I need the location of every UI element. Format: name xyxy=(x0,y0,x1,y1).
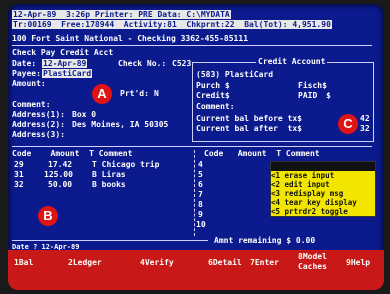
printed-label: Prt'd: xyxy=(120,89,149,98)
callout-b: B xyxy=(38,206,58,226)
credit-comment-label: Comment: xyxy=(196,102,235,111)
split-row-amount[interactable]: 50.00 xyxy=(48,180,72,190)
balance-before-label: Current bal before tx$ xyxy=(196,114,302,123)
credit-account-title: Credit Account xyxy=(256,57,328,67)
split-marker: 4 xyxy=(198,160,203,169)
address3-label: Address(3): xyxy=(12,130,65,139)
address1-field[interactable]: Box 0 xyxy=(72,110,96,120)
help-item[interactable]: <1 erase input xyxy=(271,171,375,180)
help-popup: <1 erase input <2 edit input <3 redispla… xyxy=(270,161,376,217)
amount-label: Amount: xyxy=(12,79,46,88)
split-row-comment[interactable]: B books xyxy=(92,180,126,190)
date-label: Date: xyxy=(12,59,37,68)
split-marker: 9 xyxy=(198,210,203,219)
split-row-comment[interactable]: B Liras xyxy=(92,170,126,180)
function-key-bar: 1Bal 2Ledger 4Verify 6Detail 7Enter 8Mod… xyxy=(8,250,384,290)
callout-a: A xyxy=(92,84,112,104)
help-item[interactable]: <2 edit input xyxy=(271,180,375,189)
split-row-comment[interactable]: T Chicago trip xyxy=(92,160,159,170)
date-field[interactable]: 12-Apr-89 xyxy=(42,59,88,69)
balance-after-label: Current bal after tx$ xyxy=(196,124,302,133)
split-marker: 7 xyxy=(198,190,203,199)
fkey-verify[interactable]: 4Verify xyxy=(140,258,174,268)
help-title xyxy=(271,162,375,171)
purch-field[interactable]: Fisch$ xyxy=(298,81,327,91)
account-title: 100 Fort Saint National - Checking 3362-… xyxy=(12,34,249,43)
check-no-label: Check No.: xyxy=(118,59,167,68)
address2-field[interactable]: Des Moines, IA 50305 xyxy=(72,120,168,130)
terminal-screen: 12-Apr-89 3:26p Printer: PRE Data: C:\MY… xyxy=(8,4,384,290)
split-row-code[interactable]: 29 xyxy=(14,160,24,170)
fkey-help[interactable]: 9Help xyxy=(346,258,370,268)
payee-label: Payee: xyxy=(12,69,41,78)
callout-c: C xyxy=(338,114,358,134)
payee-field[interactable]: PlastiCard xyxy=(42,69,93,79)
check-no-field[interactable]: C523 xyxy=(172,59,191,69)
credit-suffix: $ xyxy=(326,91,331,100)
form-title: Check Pay Credit Acct xyxy=(12,48,114,57)
split-divider xyxy=(12,146,372,147)
split-separator xyxy=(194,150,195,236)
split-header-left: Code Amount T Comment xyxy=(12,149,133,158)
credit-account-name: (583) PlastiCard xyxy=(196,70,274,79)
fkey-detail[interactable]: 6Detail xyxy=(208,258,242,268)
split-row-amount[interactable]: 17.42 xyxy=(48,160,72,170)
amount-field[interactable] xyxy=(48,79,88,88)
help-item[interactable]: <5 prtrdr2 toggle xyxy=(271,207,375,216)
split-marker: 6 xyxy=(198,180,203,189)
fkey-bal[interactable]: 1Bal xyxy=(14,258,33,268)
remaining-divider xyxy=(12,240,208,241)
comment-label: Comment: xyxy=(12,100,51,109)
status-line-2: Tr:00169 Free:178944 Activity:81 Chkprnt… xyxy=(12,20,332,29)
split-header-right: Code Amount T Comment xyxy=(204,149,320,158)
help-item[interactable]: <3 redisplay msg xyxy=(271,189,375,198)
help-item[interactable]: <4 tear key display xyxy=(271,198,375,207)
fkey-ledger[interactable]: 2Ledger xyxy=(68,258,102,268)
divider xyxy=(12,45,372,46)
fkey-model-caches[interactable]: 8Model Caches xyxy=(298,252,338,272)
split-marker: 5 xyxy=(198,170,203,179)
split-row-code[interactable]: 31 xyxy=(14,170,24,180)
status-line-1: 12-Apr-89 3:26p Printer: PRE Data: C:\MY… xyxy=(12,10,231,19)
address1-label: Address(1): xyxy=(12,110,65,119)
address2-label: Address(2): xyxy=(12,120,65,129)
credit-label: Credit$ xyxy=(196,91,230,100)
split-row-amount[interactable]: 125.00 xyxy=(44,170,73,180)
credit-field[interactable]: PAID xyxy=(298,91,317,101)
fkey-enter[interactable]: 7Enter xyxy=(250,258,279,268)
split-row-code[interactable]: 32 xyxy=(14,180,24,190)
purch-label: Purch $ xyxy=(196,81,230,90)
split-marker: 10 xyxy=(196,220,206,229)
balance-before-value: 42 xyxy=(360,114,370,123)
balance-after-value: 32 xyxy=(360,124,370,133)
printed-field[interactable]: N xyxy=(154,89,159,99)
split-marker: 8 xyxy=(198,200,203,209)
amount-remaining: Amnt remaining $ 0.00 xyxy=(214,236,316,245)
